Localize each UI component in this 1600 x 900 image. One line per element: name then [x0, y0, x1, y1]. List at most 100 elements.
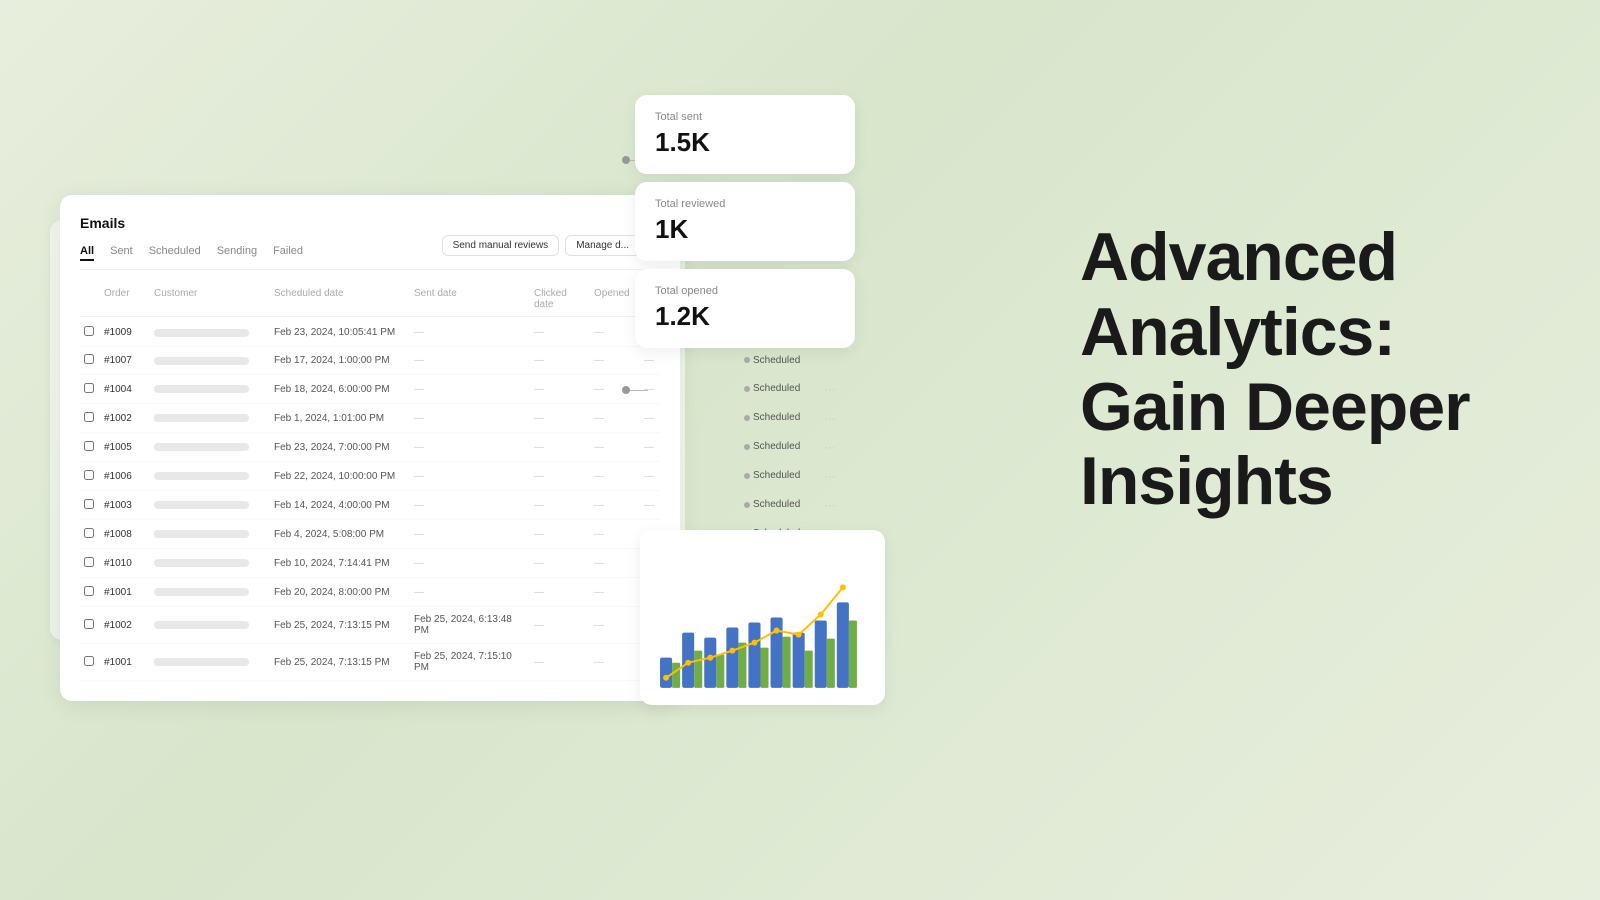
row-customer [150, 470, 270, 482]
row-more-button[interactable] [820, 359, 840, 363]
col-check [80, 286, 100, 312]
row-reviewed: — [640, 440, 740, 455]
row-order: #1010 [100, 556, 150, 571]
row-sent: — [410, 498, 530, 513]
col-order: Order [100, 286, 150, 312]
row-customer [150, 327, 270, 339]
row-sent: — [410, 411, 530, 426]
row-sent: — [410, 527, 530, 542]
row-check[interactable] [80, 381, 100, 398]
table-row: #1002 Feb 1, 2024, 1:01:00 PM — — — — Sc… [80, 404, 660, 433]
row-clicked: — [530, 585, 590, 600]
tab-sending[interactable]: Sending [217, 243, 257, 261]
row-scheduled: Feb 25, 2024, 7:13:15 PM [270, 655, 410, 670]
row-status: Scheduled [740, 497, 820, 513]
row-order: #1003 [100, 498, 150, 513]
row-status: Scheduled [740, 439, 820, 455]
table-row: #1005 Feb 23, 2024, 7:00:00 PM — — — — S… [80, 433, 660, 462]
row-opened: — [590, 469, 640, 484]
status-badge: Scheduled [744, 383, 800, 394]
row-status: Scheduled [740, 381, 820, 397]
row-customer [150, 656, 270, 668]
table-row: #1001 Feb 25, 2024, 7:13:15 PM Feb 25, 2… [80, 644, 660, 681]
table-row: #1010 Feb 10, 2024, 7:14:41 PM — — — — S… [80, 549, 660, 578]
row-scheduled: Feb 1, 2024, 1:01:00 PM [270, 411, 410, 426]
row-clicked: — [530, 527, 590, 542]
row-check[interactable] [80, 497, 100, 514]
row-opened: — [590, 585, 640, 600]
row-customer [150, 528, 270, 540]
table-row: #1001 Feb 20, 2024, 8:00:00 PM — — — — S… [80, 578, 660, 607]
row-order: #1008 [100, 527, 150, 542]
row-check[interactable] [80, 410, 100, 427]
row-check[interactable] [80, 617, 100, 634]
row-check[interactable] [80, 654, 100, 671]
row-order: #1001 [100, 655, 150, 670]
row-check[interactable] [80, 468, 100, 485]
row-scheduled: Feb 10, 2024, 7:14:41 PM [270, 556, 410, 571]
row-order: #1005 [100, 440, 150, 455]
connector-dot-1 [622, 156, 630, 164]
manage-button[interactable]: Manage d... [565, 235, 640, 256]
row-order: #1002 [100, 618, 150, 633]
tab-sent[interactable]: Sent [110, 243, 133, 261]
row-opened: — [590, 498, 640, 513]
row-opened: — [590, 440, 640, 455]
row-check[interactable] [80, 352, 100, 369]
metric-label-1: Total reviewed [655, 198, 835, 210]
table-row: #1002 Feb 25, 2024, 7:13:15 PM Feb 25, 2… [80, 607, 660, 644]
col-scheduled: Scheduled date [270, 286, 410, 312]
emails-panel: Emails Send manual reviews Manage d... A… [60, 195, 680, 701]
row-check[interactable] [80, 526, 100, 543]
chart-card [640, 530, 885, 705]
row-order: #1001 [100, 585, 150, 600]
row-more-button[interactable]: ··· [820, 438, 840, 456]
row-sent: — [410, 353, 530, 368]
row-clicked: — [530, 411, 590, 426]
row-scheduled: Feb 18, 2024, 6:00:00 PM [270, 382, 410, 397]
row-check[interactable] [80, 324, 100, 341]
table-row: #1009 Feb 23, 2024, 10:05:41 PM — — — — … [80, 319, 660, 347]
metric-value-1: 1K [655, 214, 835, 245]
row-opened: — [590, 527, 640, 542]
row-scheduled: Feb 20, 2024, 8:00:00 PM [270, 585, 410, 600]
row-check[interactable] [80, 584, 100, 601]
row-customer [150, 355, 270, 367]
metric-card-1: Total reviewed 1K [635, 182, 855, 261]
row-sent: Feb 25, 2024, 7:15:10 PM [410, 649, 530, 675]
table-row: #1004 Feb 18, 2024, 6:00:00 PM — — — — S… [80, 375, 660, 404]
send-manual-reviews-button[interactable]: Send manual reviews [442, 235, 560, 256]
row-reviewed: — [640, 469, 740, 484]
row-opened: — [590, 655, 640, 670]
row-sent: — [410, 469, 530, 484]
row-customer [150, 586, 270, 598]
tab-scheduled[interactable]: Scheduled [149, 243, 201, 261]
table-row: #1008 Feb 4, 2024, 5:08:00 PM — — — — Sc… [80, 520, 660, 549]
row-opened: — [590, 618, 640, 633]
row-sent: — [410, 585, 530, 600]
col-clicked: Clicked date [530, 286, 590, 312]
metrics-cards: Total sent 1.5K Total reviewed 1K Total … [635, 95, 855, 356]
row-scheduled: Feb 22, 2024, 10:00:00 PM [270, 469, 410, 484]
row-opened: — [590, 325, 640, 340]
row-sent: — [410, 382, 530, 397]
panel-actions: Send manual reviews Manage d... [442, 235, 640, 256]
row-clicked: — [530, 353, 590, 368]
row-customer [150, 412, 270, 424]
row-more-button[interactable]: ··· [820, 467, 840, 485]
row-check[interactable] [80, 439, 100, 456]
status-badge: Scheduled [744, 441, 800, 452]
row-more-button[interactable]: ··· [820, 380, 840, 398]
row-clicked: — [530, 498, 590, 513]
row-scheduled: Feb 14, 2024, 4:00:00 PM [270, 498, 410, 513]
row-order: #1007 [100, 353, 150, 368]
tab-failed[interactable]: Failed [273, 243, 303, 261]
row-more-button[interactable]: ··· [820, 496, 840, 514]
table-row: #1003 Feb 14, 2024, 4:00:00 PM — — — — S… [80, 491, 660, 520]
tab-all[interactable]: All [80, 243, 94, 261]
row-more-button[interactable]: ··· [820, 409, 840, 427]
row-reviewed: — [640, 382, 740, 397]
row-clicked: — [530, 655, 590, 670]
status-badge: Scheduled [744, 499, 800, 510]
row-check[interactable] [80, 555, 100, 572]
